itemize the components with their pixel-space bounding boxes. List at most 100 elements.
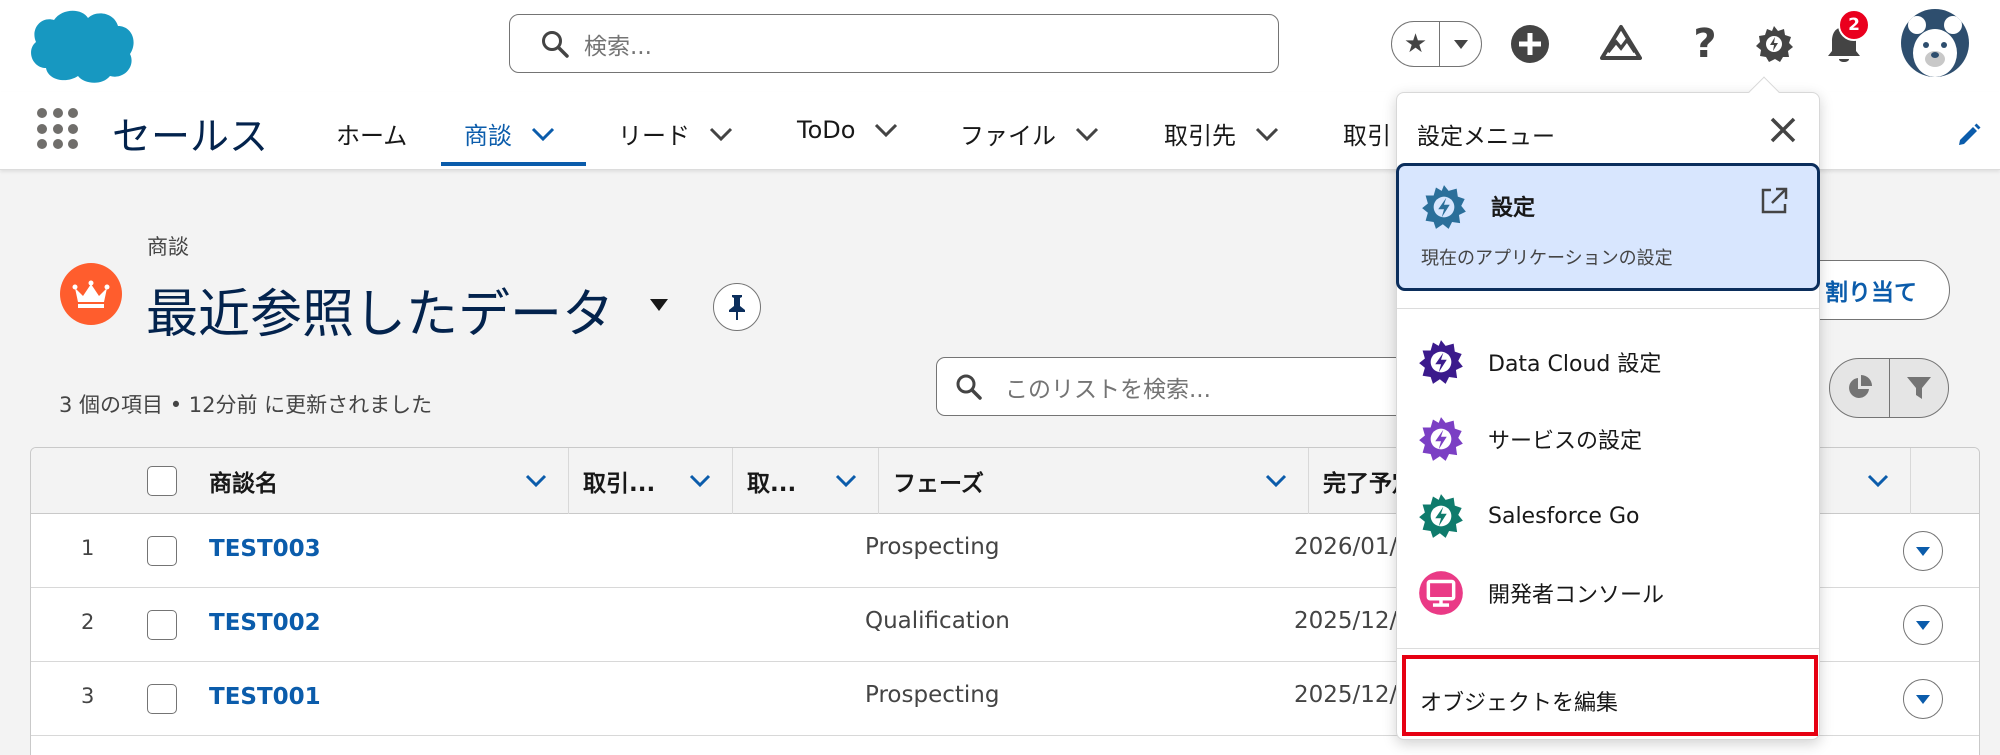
guidance-center-button[interactable] bbox=[1599, 22, 1643, 66]
setup-menu-item-service-setup[interactable]: サービスの設定 bbox=[1418, 416, 1642, 462]
filter-button[interactable] bbox=[1890, 359, 1949, 417]
setup-menu-item-label: 開発者コンソール bbox=[1488, 583, 1665, 608]
column-header-stage[interactable]: フェーズ bbox=[879, 448, 1309, 514]
opportunity-name-link[interactable]: TEST003 bbox=[209, 536, 321, 562]
stage-value: Prospecting bbox=[865, 682, 1000, 708]
row-number: 2 bbox=[81, 610, 95, 634]
chevron-down-icon[interactable] bbox=[530, 124, 556, 144]
column-header-account-site[interactable]: 取... bbox=[733, 448, 879, 514]
app-launcher-button[interactable] bbox=[37, 108, 79, 150]
chevron-down-icon[interactable] bbox=[708, 124, 734, 144]
chevron-down-icon[interactable] bbox=[834, 472, 858, 490]
setup-menu-item-label: Data Cloud 設定 bbox=[1488, 352, 1662, 377]
highlight-annotation-box bbox=[1402, 655, 1818, 736]
nav-tab-label: 取引 bbox=[1343, 122, 1391, 150]
gear-icon bbox=[1756, 26, 1793, 62]
row-checkbox[interactable] bbox=[147, 684, 177, 714]
row-checkbox[interactable] bbox=[147, 610, 177, 640]
favorites-list-button[interactable] bbox=[1440, 22, 1481, 66]
nav-tab-home[interactable]: ホーム bbox=[336, 116, 407, 151]
setup-menu-title: 設定メニュー bbox=[1417, 124, 1555, 150]
star-icon: ★ bbox=[1403, 29, 1428, 59]
service-setup-icon bbox=[1419, 417, 1463, 461]
setup-menu-item-setup[interactable]: 設定 現在のアプリケーションの設定 bbox=[1396, 163, 1820, 291]
list-search-placeholder: このリストを検索... bbox=[1005, 376, 1211, 403]
row-number: 1 bbox=[81, 536, 95, 560]
close-date-value: 2026/01/ bbox=[1294, 534, 1398, 560]
help-icon: ? bbox=[1693, 21, 1717, 67]
nav-tab-todo[interactable]: ToDo bbox=[797, 116, 899, 144]
row-actions-button[interactable] bbox=[1903, 679, 1943, 719]
setup-menu-item-data-cloud[interactable]: Data Cloud 設定 bbox=[1418, 339, 1661, 385]
salesforce-go-icon bbox=[1419, 494, 1463, 538]
search-icon bbox=[542, 30, 569, 58]
nav-tab-label: ファイル bbox=[960, 122, 1056, 150]
close-icon[interactable] bbox=[1766, 113, 1800, 147]
search-icon bbox=[956, 374, 982, 400]
opportunity-name-link[interactable]: TEST001 bbox=[209, 684, 321, 710]
edit-nav-pencil-icon[interactable] bbox=[1956, 122, 1982, 148]
bear-icon bbox=[1908, 16, 1962, 77]
user-avatar[interactable] bbox=[1901, 9, 1969, 77]
notification-badge: 2 bbox=[1838, 9, 1870, 41]
caret-down-icon bbox=[1916, 621, 1930, 630]
setup-menu-item-title: 設定 bbox=[1491, 196, 1536, 221]
close-date-value: 2025/12/ bbox=[1294, 608, 1398, 634]
global-search-box[interactable]: 検索... bbox=[509, 14, 1279, 73]
nav-tab-label: リード bbox=[618, 122, 690, 150]
column-header-label: 取... bbox=[747, 471, 797, 497]
pin-list-view-button[interactable] bbox=[713, 283, 761, 331]
pin-icon bbox=[729, 295, 745, 320]
chevron-down-icon[interactable] bbox=[524, 472, 548, 490]
column-header-label: フェーズ bbox=[893, 471, 984, 497]
chevron-down-icon[interactable] bbox=[1866, 472, 1890, 490]
nav-tab-leads[interactable]: リード bbox=[618, 116, 734, 151]
nav-tab-label: 商談 bbox=[464, 122, 512, 150]
nav-tab-accounts[interactable]: 取引先 bbox=[1164, 116, 1280, 151]
setup-menu-item-subtitle: 現在のアプリケーションの設定 bbox=[1421, 248, 1673, 269]
column-header-label: 取引... bbox=[583, 471, 656, 497]
favorites-star-button[interactable]: ★ bbox=[1392, 22, 1440, 66]
global-actions-button[interactable] bbox=[1508, 22, 1552, 66]
caret-down-icon bbox=[1916, 547, 1930, 556]
nav-tab-deals[interactable]: 取引 bbox=[1343, 116, 1391, 151]
show-charts-button[interactable] bbox=[1830, 359, 1890, 417]
trailhead-icon bbox=[1600, 25, 1642, 60]
nav-tab-files[interactable]: ファイル bbox=[960, 116, 1100, 151]
filter-icon bbox=[1906, 377, 1931, 399]
list-view-caret-down-icon[interactable] bbox=[648, 297, 670, 313]
setup-gear-icon bbox=[1422, 185, 1466, 229]
chevron-down-icon[interactable] bbox=[1254, 124, 1280, 144]
pie-chart-icon bbox=[1849, 375, 1873, 398]
row-actions-button[interactable] bbox=[1903, 531, 1943, 571]
list-search-input[interactable]: このリストを検索... bbox=[936, 357, 1406, 416]
opportunity-name-link[interactable]: TEST002 bbox=[209, 610, 321, 636]
row-checkbox[interactable] bbox=[147, 536, 177, 566]
launcher-dot bbox=[37, 139, 47, 150]
row-actions-button[interactable] bbox=[1903, 605, 1943, 645]
crown-icon bbox=[72, 280, 110, 308]
setup-menu-item-developer-console[interactable]: 開発者コンソール bbox=[1418, 570, 1664, 616]
chevron-down-icon[interactable] bbox=[1264, 472, 1288, 490]
list-view-title[interactable]: 最近参照したデータ bbox=[146, 272, 614, 347]
select-all-checkbox[interactable] bbox=[147, 466, 177, 496]
launcher-dot bbox=[52, 139, 63, 150]
salesforce-logo[interactable] bbox=[26, 6, 138, 84]
column-header-account-name[interactable]: 取引... bbox=[569, 448, 733, 514]
developer-console-icon bbox=[1419, 571, 1463, 615]
setup-menu-item-label: Salesforce Go bbox=[1488, 503, 1640, 529]
select-all-cell bbox=[31, 448, 181, 514]
setup-menu-item-label: サービスの設定 bbox=[1488, 429, 1643, 454]
column-header-opportunity-name[interactable]: 商談名 bbox=[195, 448, 569, 514]
help-button[interactable]: ? bbox=[1683, 21, 1727, 67]
global-header: 検索... ★ ? 2 bbox=[0, 0, 2000, 92]
chevron-down-icon[interactable] bbox=[688, 472, 712, 490]
chevron-down-icon[interactable] bbox=[873, 120, 899, 140]
setup-menu-item-salesforce-go[interactable]: Salesforce Go bbox=[1418, 493, 1639, 539]
chevron-down-icon[interactable] bbox=[1074, 124, 1100, 144]
launcher-dot bbox=[52, 123, 63, 134]
object-label: 商談 bbox=[147, 235, 189, 259]
launcher-dot bbox=[68, 123, 79, 134]
nav-tab-opportunities[interactable]: 商談 bbox=[464, 116, 556, 151]
setup-gear-button[interactable] bbox=[1752, 22, 1796, 66]
